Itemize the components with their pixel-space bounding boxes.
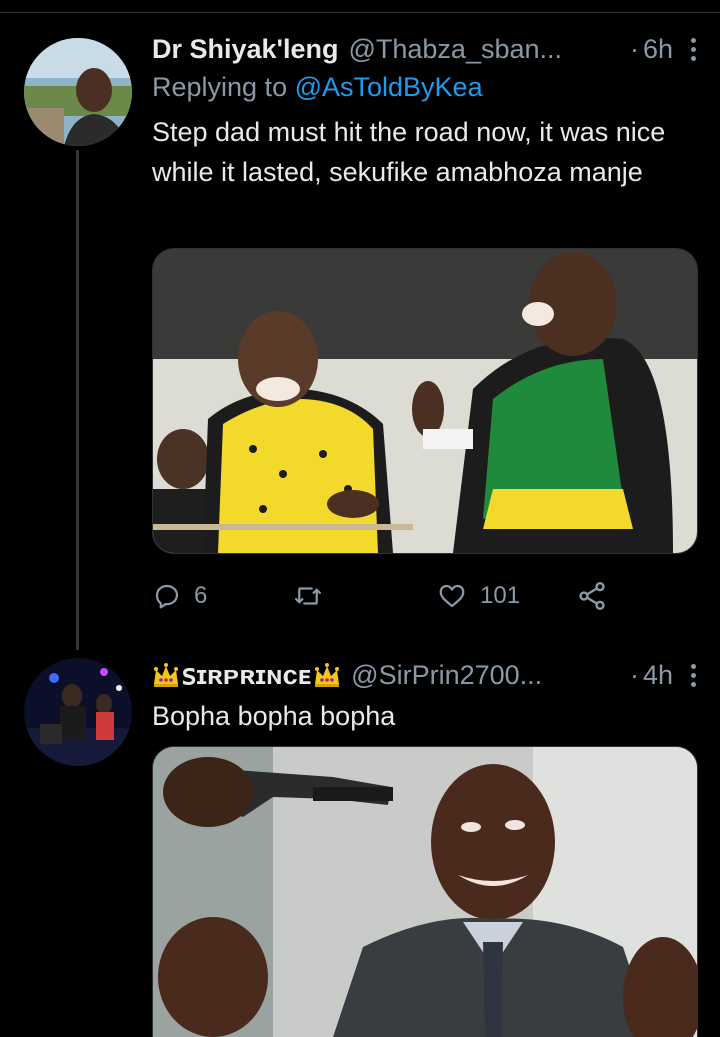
tweet-media-photo[interactable] xyxy=(152,746,698,1037)
timestamp[interactable]: 4h xyxy=(643,658,673,692)
photo-man-gun-meme xyxy=(153,747,697,1037)
replying-to-link[interactable]: @AsToldByKea xyxy=(295,72,483,102)
avatar-dr-shiyakleng[interactable] xyxy=(24,38,132,146)
author-handle[interactable]: @SirPrin2700... xyxy=(351,658,542,692)
timestamp[interactable]: 6h xyxy=(643,32,673,66)
share-icon xyxy=(579,582,605,610)
author-name[interactable]: Dr Shiyak'leng xyxy=(152,32,338,66)
tweet-actions: 6 101 xyxy=(152,576,612,616)
more-icon[interactable] xyxy=(691,663,696,687)
reply-count: 6 xyxy=(194,582,208,609)
like-count: 101 xyxy=(480,582,521,609)
reply-button[interactable]: 6 xyxy=(152,581,292,611)
crown-icon xyxy=(154,663,178,687)
retweet-button[interactable] xyxy=(292,581,436,611)
avatar-sirprince[interactable] xyxy=(24,658,132,766)
separator-dot: · xyxy=(629,660,639,690)
replying-to-line: Replying to @AsToldByKea xyxy=(152,70,696,104)
avatar-image xyxy=(24,38,132,146)
more-icon[interactable] xyxy=(691,37,696,61)
like-icon xyxy=(439,584,465,608)
share-button[interactable] xyxy=(576,580,608,612)
tweet-text: Step dad must hit the road now, it was n… xyxy=(152,117,666,187)
tweet-header: Dr Shiyak'leng @Thabza_sban... · 6h xyxy=(152,32,696,66)
author-name[interactable]: ꜱɪʀᴘʀɪɴᴄᴇ xyxy=(182,658,311,692)
author-handle[interactable]: @Thabza_sban... xyxy=(348,32,562,66)
photo-two-men-laughing xyxy=(153,249,697,553)
tweet-header: ꜱɪʀᴘʀɪɴᴄᴇ @SirPrin2700... · 4h xyxy=(152,658,696,692)
replying-to-prefix: Replying to xyxy=(152,72,295,102)
avatar-image xyxy=(24,658,132,766)
top-divider xyxy=(0,12,720,13)
crown-icon xyxy=(315,663,340,687)
retweet-icon xyxy=(295,587,321,605)
reply-icon xyxy=(155,584,179,609)
like-button[interactable]: 101 xyxy=(436,581,576,611)
tweet-media-photo[interactable] xyxy=(152,248,698,554)
tweet-text: Bopha bopha bopha xyxy=(152,701,396,731)
thread-connector-line xyxy=(76,150,79,650)
separator-dot: · xyxy=(629,34,639,64)
